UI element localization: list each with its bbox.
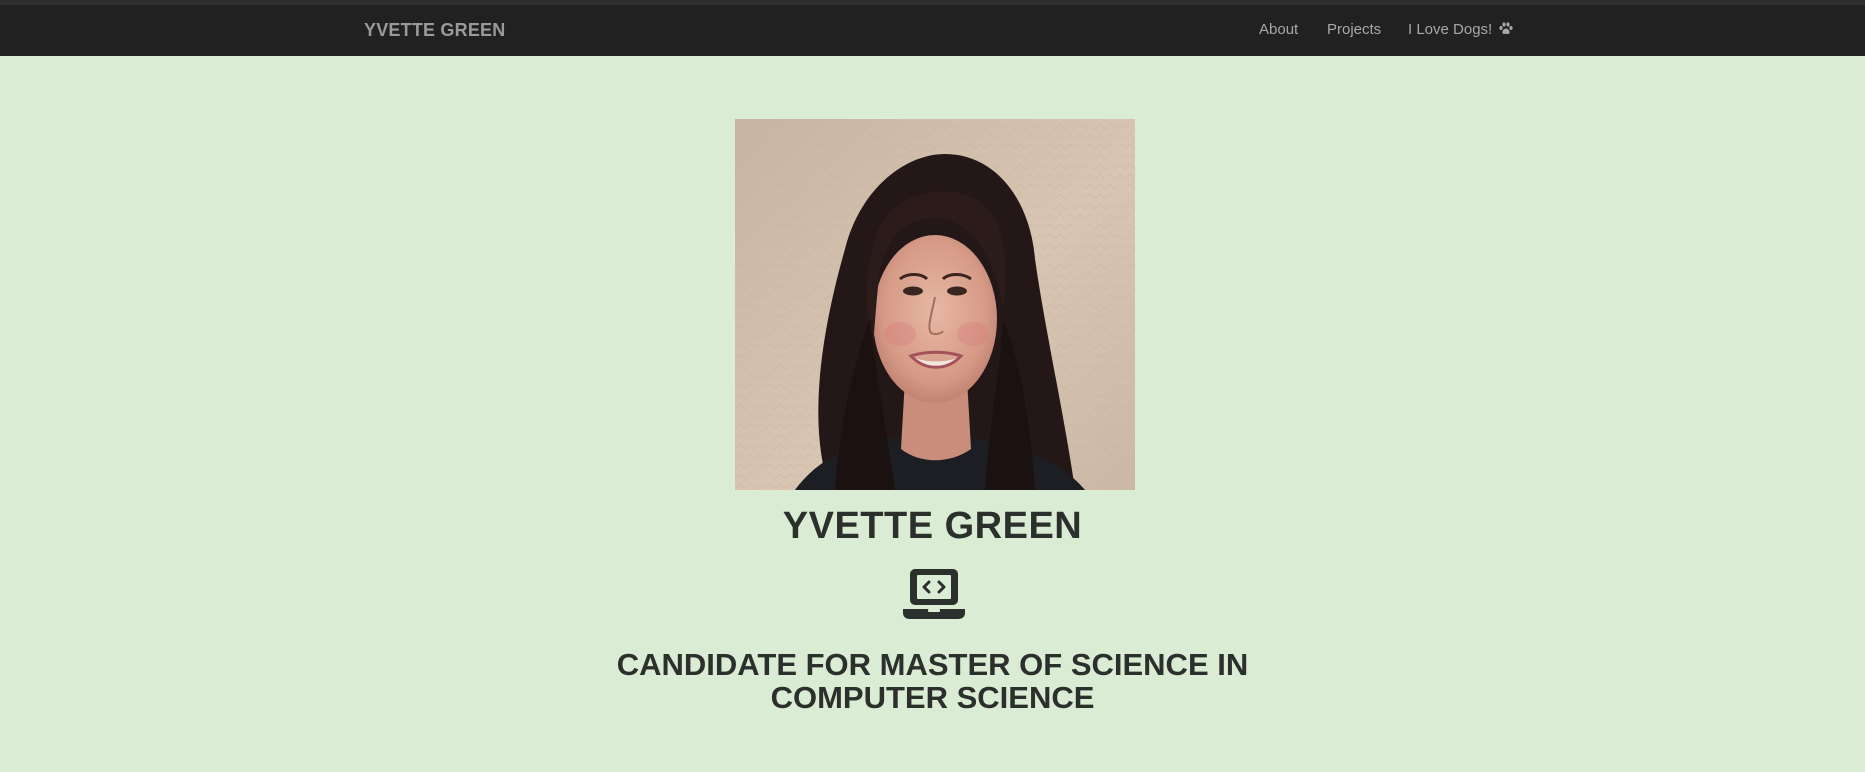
hero-subtitle-line1: CANDIDATE FOR MASTER OF SCIENCE IN [616, 647, 1249, 682]
portrait-photo [735, 119, 1135, 490]
nav-link-about[interactable]: About [1259, 21, 1298, 38]
hero-name: YVETTE GREEN [782, 505, 1083, 547]
paw-icon [1499, 22, 1513, 34]
navbar: YVETTE GREEN About Projects I Love Dogs! [0, 5, 1865, 56]
hero-subtitle: CANDIDATE FOR MASTER OF SCIENCE IN COMPU… [0, 648, 1865, 714]
nav-link-dogs[interactable]: I Love Dogs! [1408, 21, 1513, 38]
hero-subtitle-line2: COMPUTER SCIENCE [770, 680, 1095, 715]
nav-link-dogs-label: I Love Dogs! [1408, 21, 1493, 38]
laptop-code-icon [903, 569, 965, 619]
brand-link[interactable]: YVETTE GREEN [364, 20, 505, 41]
nav-link-projects[interactable]: Projects [1327, 21, 1381, 38]
